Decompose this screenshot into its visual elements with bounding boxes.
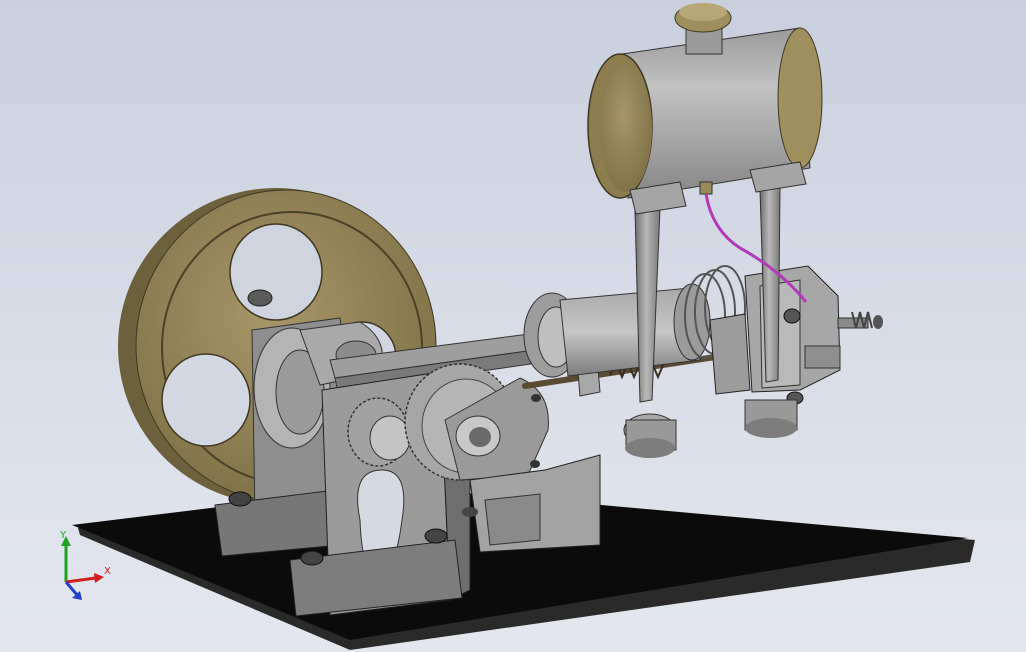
bolt bbox=[228, 491, 252, 507]
bolt bbox=[462, 507, 478, 517]
z-axis bbox=[64, 581, 80, 597]
bolt bbox=[300, 550, 324, 566]
cad-viewport[interactable]: Y X bbox=[0, 0, 1026, 652]
engine-model[interactable] bbox=[0, 0, 1026, 652]
x-axis bbox=[65, 576, 97, 584]
bolt bbox=[247, 289, 273, 307]
coordinate-triad-icon[interactable]: Y X bbox=[44, 530, 114, 610]
fuel-fitting bbox=[699, 181, 713, 195]
x-axis-arrow bbox=[94, 573, 104, 583]
bolt bbox=[783, 308, 801, 324]
flywheel-spoke-hole bbox=[161, 353, 251, 447]
bolt bbox=[424, 528, 448, 544]
bolt bbox=[530, 460, 540, 468]
flywheel-spoke-hole bbox=[229, 223, 323, 321]
fuel-tank[interactable] bbox=[587, 3, 823, 215]
cylinder-head[interactable] bbox=[709, 265, 883, 405]
x-axis-label: X bbox=[104, 566, 111, 577]
bolt bbox=[531, 394, 541, 402]
y-axis-label: Y bbox=[59, 530, 67, 541]
